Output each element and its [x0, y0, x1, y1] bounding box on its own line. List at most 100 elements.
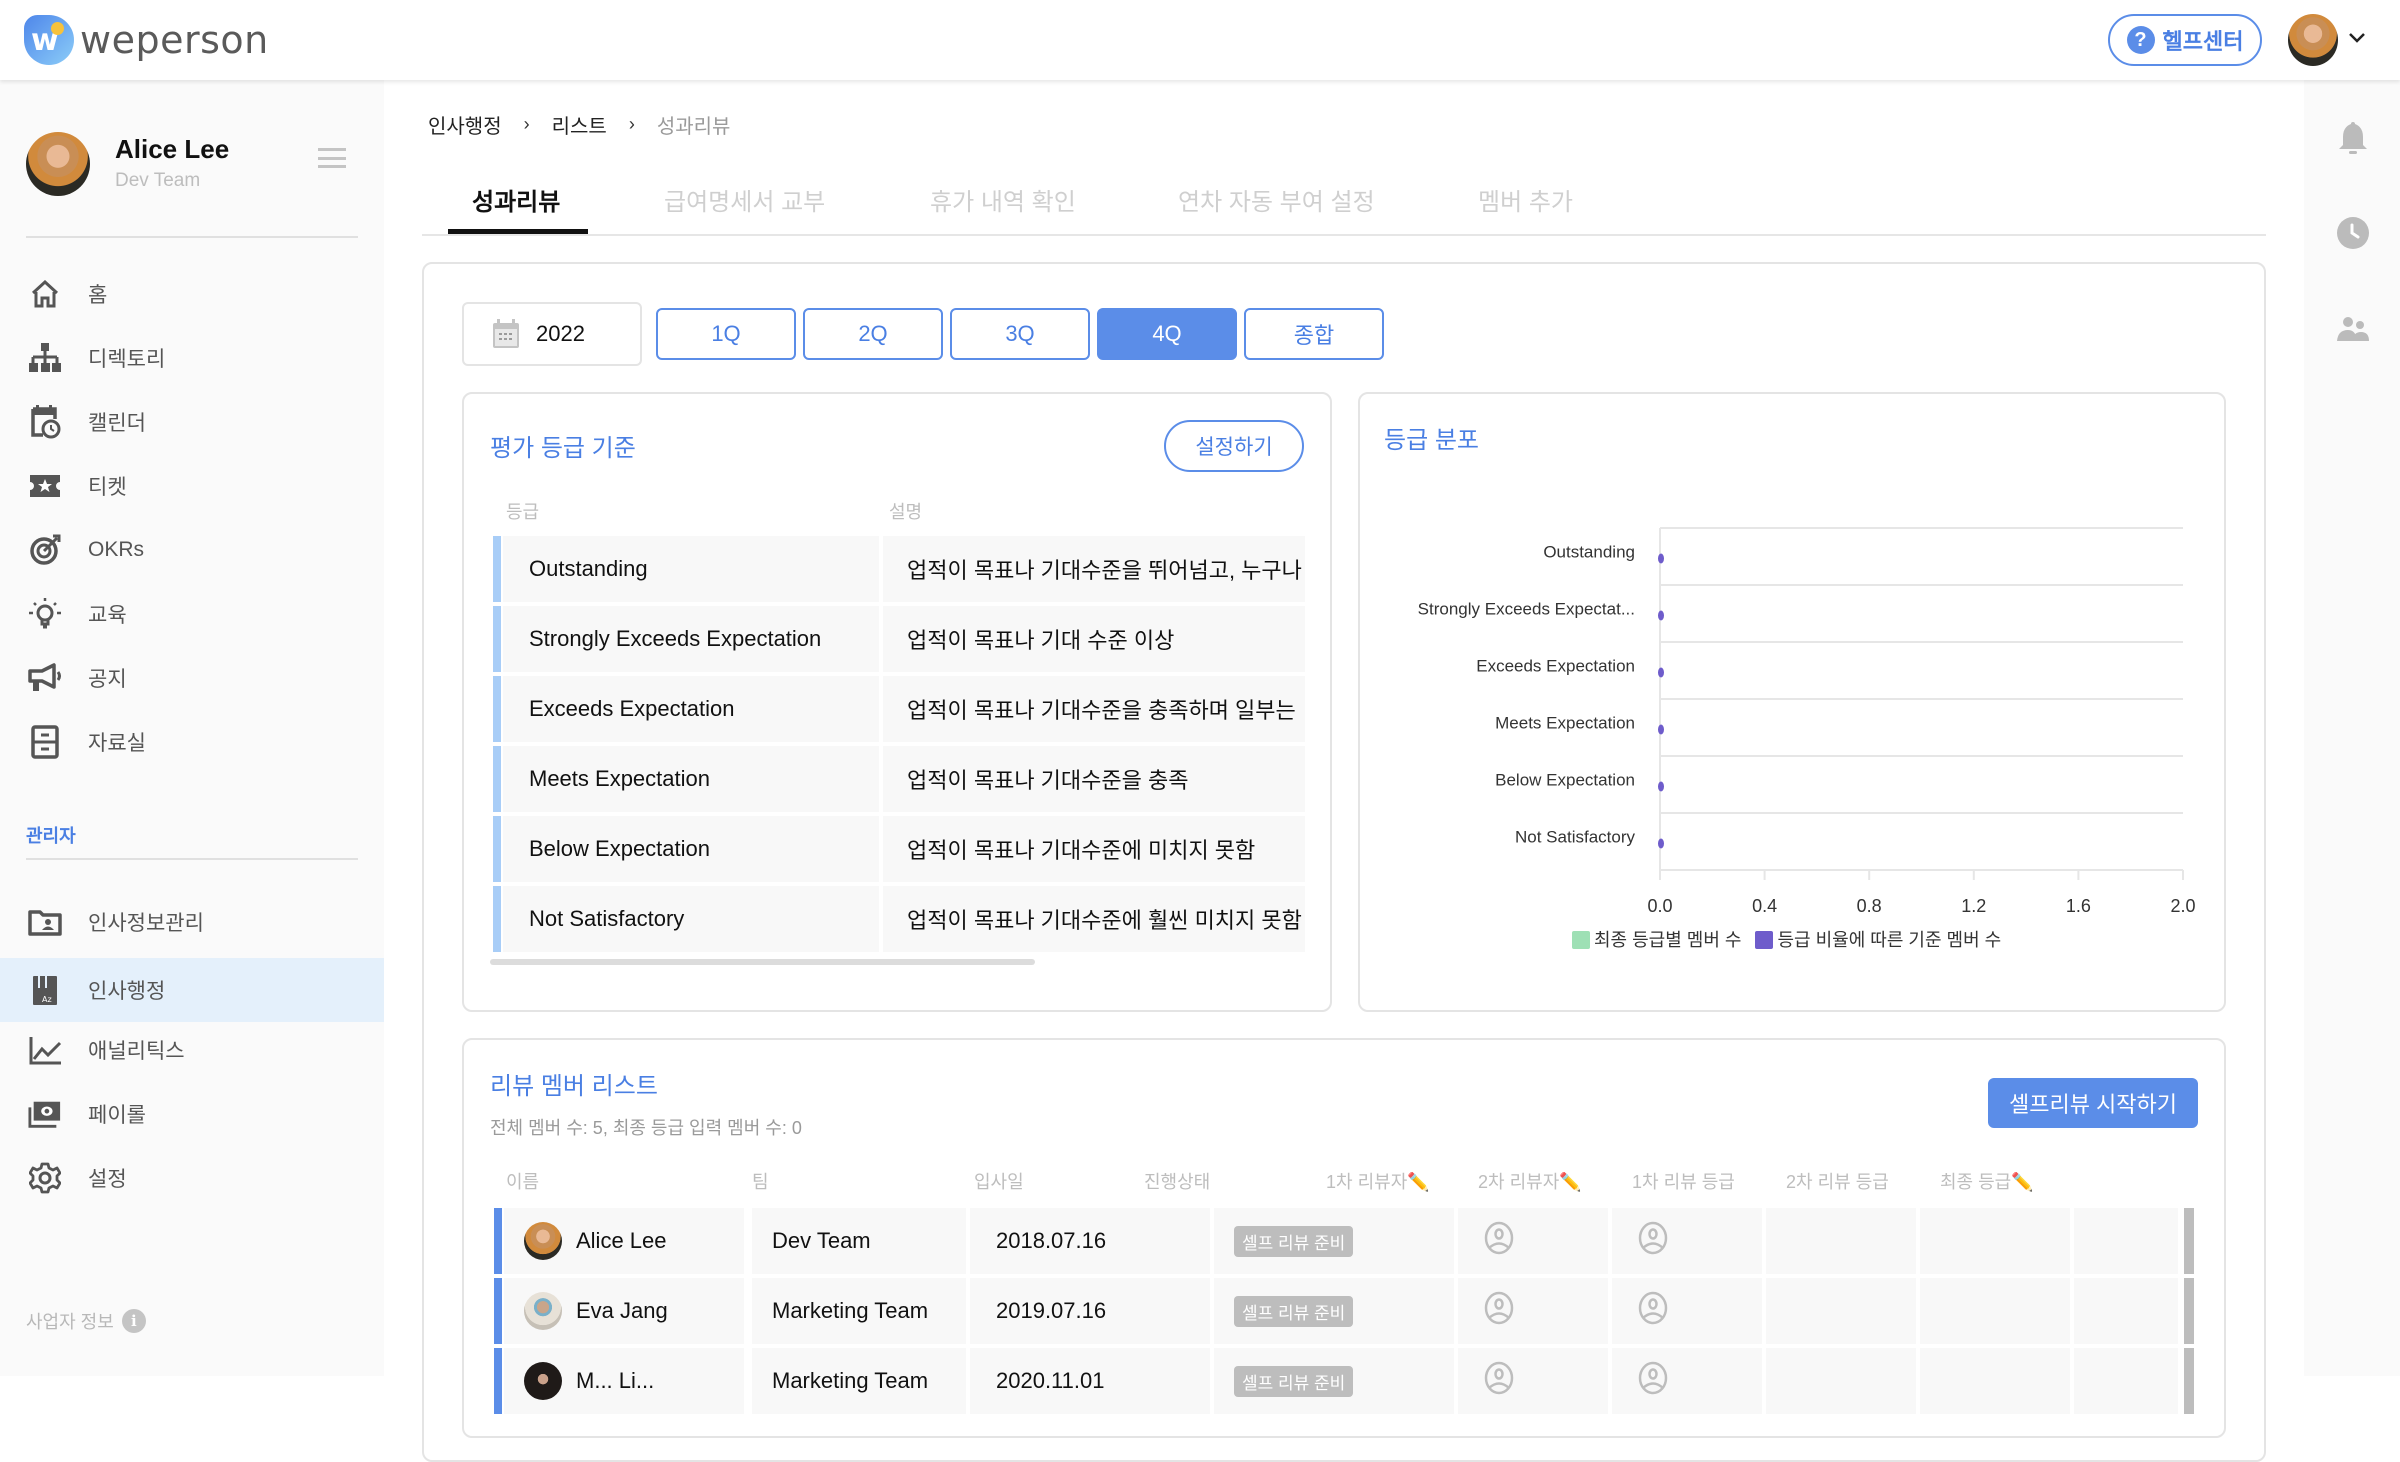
reviewer-placeholder-icon[interactable] [1484, 1221, 1514, 1261]
tab-add-member[interactable]: 멤버 추가 [1478, 182, 1573, 217]
people-icon[interactable] [2336, 316, 2370, 350]
column-header[interactable]: 최종 등급✏️ [1940, 1168, 2034, 1194]
sidebar-item-label: 설정 [88, 1168, 127, 1191]
row-accent-bar [494, 1278, 502, 1344]
grade-name: Below Expectation [503, 816, 879, 882]
member-name: Alice Lee [576, 1228, 667, 1253]
member-row[interactable]: Eva Jang Marketing Team 2019.07.16 셀프 리뷰 준비 [494, 1278, 2194, 1344]
sidebar-item-hr-info[interactable]: 인사정보관리 [0, 890, 384, 954]
grade-row: Strongly Exceeds Expectation 업적이 목표나 기대 수… [493, 606, 1305, 672]
year-picker[interactable]: 2022 [462, 302, 642, 366]
vertical-scrollbar[interactable] [2184, 1348, 2194, 1414]
row-accent-bar [493, 536, 501, 602]
start-self-review-button[interactable]: 셀프리뷰 시작하기 [1988, 1078, 2198, 1128]
member-row[interactable]: M... Li... Marketing Team 2020.11.01 셀프 리뷰 … [494, 1348, 2194, 1414]
sidebar-item-label: 애널리틱스 [88, 1040, 185, 1063]
tab-performance-review[interactable]: 성과리뷰 [472, 182, 560, 217]
brand-logo[interactable]: w weperson [24, 14, 269, 66]
x-tick-label: 0.0 [1647, 896, 1672, 916]
quarter-3q-button[interactable]: 3Q [950, 308, 1090, 360]
table-cell [1458, 1278, 1608, 1344]
quarter-2q-button[interactable]: 2Q [803, 308, 943, 360]
table-cell [1612, 1348, 1762, 1414]
table-cell: 2018.07.16 [970, 1208, 1210, 1274]
x-tick-label: 0.8 [1857, 896, 1882, 916]
column-header: 팀 [752, 1172, 769, 1192]
column-header[interactable]: 1차 리뷰자✏️ [1326, 1168, 1430, 1194]
sidebar-item-label: 자료실 [88, 732, 146, 755]
tab-annual-leave-settings[interactable]: 연차 자동 부여 설정 [1178, 182, 1375, 217]
horizontal-scrollbar[interactable] [490, 959, 1035, 965]
table-cell [1920, 1208, 2070, 1274]
member-row[interactable]: Alice Lee Dev Team 2018.07.16 셀프 리뷰 준비 [494, 1208, 2194, 1274]
table-cell [1458, 1348, 1608, 1414]
member-join-date: 2020.11.01 [996, 1368, 1105, 1393]
y-category-label: Meets Expectation [1495, 714, 1635, 733]
sidebar-item-hr-admin[interactable]: Az 인사행정 [0, 958, 384, 1022]
money-icon [28, 1097, 62, 1131]
column-header[interactable]: 2차 리뷰자✏️ [1478, 1168, 1582, 1194]
profile-name: Alice Lee [115, 134, 230, 164]
table-cell [1612, 1208, 1762, 1274]
sidebar-item-home[interactable]: 홈 [0, 262, 384, 326]
vertical-scrollbar[interactable] [2184, 1278, 2194, 1344]
menu-icon[interactable] [318, 148, 346, 168]
sidebar-item-education[interactable]: 교육 [0, 582, 384, 646]
sidebar-item-label: 홈 [88, 284, 108, 307]
breadcrumb-item[interactable]: 인사행정 [428, 110, 502, 139]
table-cell [1458, 1208, 1608, 1274]
sidebar-item-notice[interactable]: 공지 [0, 646, 384, 710]
grade-description: 업적이 목표나 기대수준을 뛰어넘고, 누구나 [883, 536, 1305, 602]
profile-team: Dev Team [115, 170, 201, 191]
reviewer-placeholder-icon[interactable] [1638, 1221, 1668, 1261]
quarter-4q-button[interactable]: 4Q [1097, 308, 1237, 360]
file-cabinet-icon [28, 725, 62, 759]
sidebar-item-directory[interactable]: 디렉토리 [0, 326, 384, 390]
bar-baseline-zero-marker [1658, 667, 1664, 678]
reviewer-placeholder-icon[interactable] [1638, 1291, 1668, 1331]
table-cell: Eva Jang [504, 1278, 744, 1344]
table-cell [2074, 1348, 2178, 1414]
bell-icon[interactable] [2336, 120, 2370, 154]
svg-text:Az: Az [42, 995, 52, 1004]
vertical-scrollbar[interactable] [2184, 1208, 2194, 1274]
clock-icon[interactable] [2336, 216, 2370, 250]
breadcrumb-item[interactable]: 리스트 [552, 110, 607, 139]
business-info-label: 사업자 정보 [26, 1312, 114, 1332]
tab-payslip[interactable]: 급여명세서 교부 [664, 182, 825, 217]
sidebar-item-payroll[interactable]: 페이롤 [0, 1082, 384, 1146]
sidebar-item-ticket[interactable]: 티켓 [0, 454, 384, 518]
user-avatar[interactable] [2288, 14, 2338, 66]
quarter-1q-button[interactable]: 1Q [656, 308, 796, 360]
sidebar-item-label: 교육 [88, 604, 127, 627]
tab-leave-history[interactable]: 휴가 내역 확인 [930, 182, 1076, 217]
row-accent-bar [493, 676, 501, 742]
sidebar-item-settings[interactable]: 설정 [0, 1146, 384, 1210]
profile-avatar[interactable] [26, 132, 90, 196]
megaphone-icon [28, 661, 62, 695]
help-center-button[interactable]: ? 헬프센터 [2108, 14, 2262, 66]
sidebar-item-calendar[interactable]: 캘린더 [0, 390, 384, 454]
quarter-total-button[interactable]: 종합 [1244, 308, 1384, 360]
chevron-down-icon[interactable] [2348, 24, 2366, 50]
grade-row: Exceeds Expectation 업적이 목표나 기대수준을 충족하며 일부… [493, 676, 1305, 742]
sidebar-item-label: OKRs [88, 538, 145, 561]
x-tick-label: 0.4 [1752, 896, 1777, 916]
table-cell: 셀프 리뷰 준비 [1214, 1208, 1454, 1274]
reviewer-placeholder-icon[interactable] [1638, 1361, 1668, 1401]
sidebar-item-archive[interactable]: 자료실 [0, 710, 384, 774]
configure-button[interactable]: 설정하기 [1164, 420, 1304, 472]
breadcrumb-separator-icon: › [628, 114, 635, 134]
table-cell: 셀프 리뷰 준비 [1214, 1278, 1454, 1344]
business-info-link[interactable]: 사업자 정보 i [26, 1308, 146, 1334]
reviewer-placeholder-icon[interactable] [1484, 1361, 1514, 1401]
reviewer-placeholder-icon[interactable] [1484, 1291, 1514, 1331]
legend-item[interactable]: 등급 비율에 따른 기준 멤버 수 [1755, 926, 2001, 952]
right-rail [2304, 80, 2400, 1376]
sidebar-item-analytics[interactable]: 애널리틱스 [0, 1018, 384, 1082]
row-accent-bar [494, 1208, 502, 1274]
member-name: Eva Jang [576, 1298, 668, 1323]
row-accent-bar [493, 816, 501, 882]
sidebar-item-okrs[interactable]: OKRs [0, 518, 384, 582]
legend-item[interactable]: 최종 등급별 멤버 수 [1572, 926, 1741, 952]
